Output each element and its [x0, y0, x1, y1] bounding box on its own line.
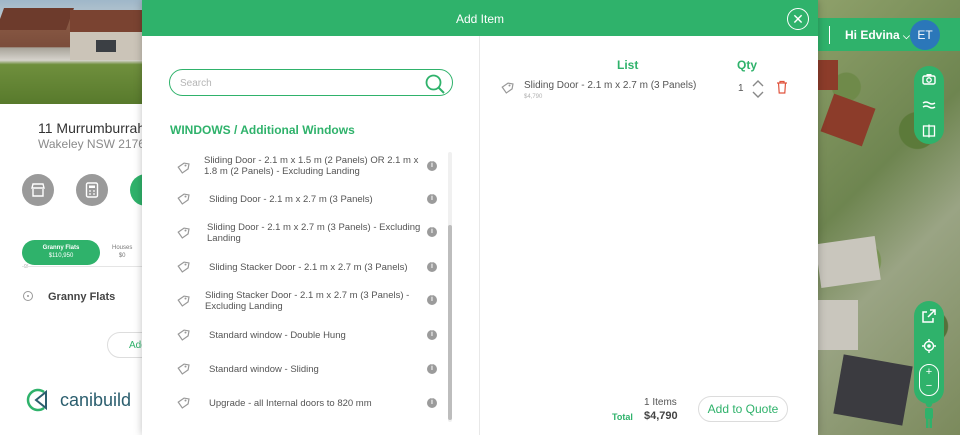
chevron-up-icon	[752, 80, 764, 87]
property-panel: 11 Murrumburrah Wakeley NSW 2176 Granny …	[0, 0, 150, 435]
info-icon[interactable]: i	[427, 295, 437, 305]
item-label: Standard window - Sliding	[209, 364, 319, 375]
zoom-in-icon[interactable]: +	[920, 365, 938, 379]
user-menu[interactable]: Hi Edvina ⌵	[845, 28, 910, 42]
user-greeting: Hi Edvina	[845, 28, 900, 42]
info-icon[interactable]: i	[427, 194, 437, 204]
info-icon[interactable]: i	[427, 330, 437, 340]
scrollbar-thumb[interactable]	[448, 225, 452, 420]
tab-granny-flats-label: Granny Flats	[42, 245, 80, 251]
column-divider	[479, 36, 480, 435]
list-item[interactable]: Sliding Door - 2.1 m x 2.7 m (3 Panels) …	[170, 222, 440, 248]
selected-item-qty: 1	[738, 83, 744, 94]
add-item-modal: Add Item ✕ WINDOWS / Additional Windows …	[142, 0, 818, 435]
list-item[interactable]: Standard window - Double Hung i	[170, 328, 440, 344]
info-icon[interactable]: i	[427, 398, 437, 408]
list-item[interactable]: Sliding Stacker Door - 2.1 m x 2.7 m (3 …	[170, 260, 440, 276]
search-box[interactable]	[169, 69, 453, 96]
top-bar-divider	[829, 26, 830, 44]
chevron-down-icon	[752, 91, 764, 98]
map-tools-top	[914, 66, 944, 144]
zoom-control[interactable]: + −	[919, 364, 939, 396]
tag-icon	[177, 363, 190, 375]
waves-icon[interactable]	[914, 92, 944, 118]
address-line1: 11 Murrumburrah	[38, 120, 146, 136]
search-input[interactable]	[180, 75, 420, 91]
item-label: Sliding Door - 2.1 m x 1.5 m (2 Panels) …	[204, 155, 419, 177]
tab-houses-value: $0	[118, 253, 126, 259]
item-label: Sliding Stacker Door - 2.1 m x 2.7 m (3 …	[205, 290, 410, 312]
calculator-icon[interactable]	[76, 174, 108, 206]
item-label: Sliding Stacker Door - 2.1 m x 2.7 m (3 …	[209, 262, 408, 273]
category-title: WINDOWS / Additional Windows	[170, 123, 355, 137]
selected-item-name: Sliding Door - 2.1 m x 2.7 m (3 Panels)	[524, 80, 697, 91]
locate-icon[interactable]	[914, 331, 944, 361]
selected-item-price: $4,790	[524, 94, 543, 100]
tab-sub-value: 0/	[24, 264, 29, 270]
tag-icon	[177, 162, 190, 174]
tag-icon	[177, 397, 190, 409]
tab-houses[interactable]: Houses $0	[112, 244, 132, 260]
info-icon[interactable]: i	[427, 262, 437, 272]
canibuild-logo: canibuild	[22, 386, 131, 414]
list-item[interactable]: Upgrade - all Internal doors to 820 mm i	[170, 396, 440, 412]
camera-icon[interactable]	[914, 66, 944, 92]
street-view-person-icon[interactable]	[922, 400, 936, 428]
total-value: $4,790	[644, 410, 678, 422]
item-label: Sliding Door - 2.1 m x 2.7 m (3 Panels) …	[207, 222, 421, 244]
item-label: Standard window - Double Hung	[209, 330, 346, 341]
option-label: Granny Flats	[48, 291, 116, 303]
divider	[22, 266, 150, 267]
map-tools-bottom: + −	[914, 301, 944, 404]
trash-icon[interactable]	[776, 80, 788, 94]
list-item[interactable]: Sliding Stacker Door - 2.1 m x 2.7 m (3 …	[170, 290, 440, 316]
tag-icon	[177, 329, 190, 341]
info-icon[interactable]: i	[427, 364, 437, 374]
logo-text: canibuild	[60, 389, 132, 410]
item-label: Upgrade - all Internal doors to 820 mm	[209, 398, 372, 409]
items-count: 1 Items	[644, 397, 677, 408]
list-item[interactable]: Standard window - Sliding i	[170, 362, 440, 378]
close-icon[interactable]: ✕	[787, 8, 809, 30]
chevron-down-icon: ⌵	[903, 31, 910, 41]
external-link-icon[interactable]	[914, 301, 944, 331]
tag-icon	[501, 82, 514, 94]
property-photo	[0, 0, 150, 104]
add-to-quote-button[interactable]: Add to Quote	[698, 396, 788, 422]
tab-granny-flats-value: $110,950	[48, 253, 74, 259]
list-item[interactable]: Sliding Door - 2.1 m x 2.7 m (3 Panels) …	[170, 192, 440, 208]
store-icon[interactable]	[22, 174, 54, 206]
info-icon[interactable]: i	[427, 227, 437, 237]
total-label: Total	[612, 412, 633, 422]
tag-icon	[177, 227, 190, 239]
compare-icon[interactable]	[914, 118, 944, 144]
tag-icon	[177, 295, 190, 307]
logo-mark-icon	[22, 386, 56, 414]
item-label: Sliding Door - 2.1 m x 2.7 m (3 Panels)	[209, 194, 373, 205]
address-line2: Wakeley NSW 2176	[38, 137, 145, 151]
zoom-out-icon[interactable]: −	[920, 379, 938, 393]
search-icon[interactable]	[424, 73, 446, 95]
option-radio[interactable]	[23, 291, 33, 301]
qty-header: Qty	[737, 58, 758, 72]
tab-houses-label: Houses	[112, 245, 133, 251]
avatar[interactable]: ET	[910, 20, 940, 50]
quantity-stepper[interactable]	[751, 78, 765, 100]
tag-icon	[177, 261, 190, 273]
list-item[interactable]: Sliding Door - 2.1 m x 1.5 m (2 Panels) …	[170, 155, 440, 183]
info-icon[interactable]: i	[427, 161, 437, 171]
tab-granny-flats[interactable]: Granny Flats $110,950	[22, 240, 100, 265]
list-header: List	[617, 58, 639, 72]
tag-icon	[177, 193, 190, 205]
item-list[interactable]: Sliding Door - 2.1 m x 1.5 m (2 Panels) …	[170, 150, 448, 422]
modal-title: Add Item	[455, 12, 505, 26]
